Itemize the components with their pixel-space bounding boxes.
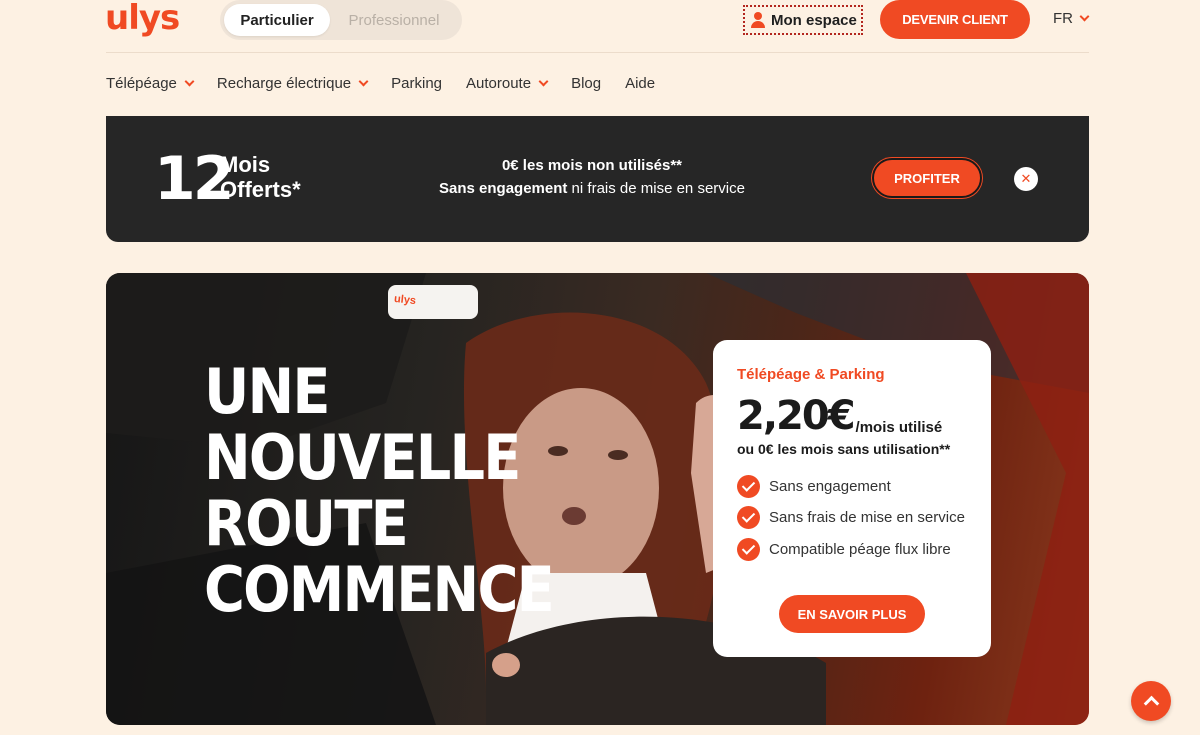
chevron-down-icon	[1079, 11, 1090, 22]
arrow-up-icon	[1143, 695, 1159, 712]
language-label: FR	[1053, 10, 1073, 27]
nav-item-aide[interactable]: Aide	[625, 73, 655, 93]
language-selector[interactable]: FR	[1053, 10, 1090, 27]
hero-title: UNE NOUVELLE ROUTE COMMENCE	[204, 359, 582, 623]
check-icon	[737, 537, 760, 561]
scroll-top-button[interactable]	[1131, 681, 1171, 721]
promo-word-offerts: Offerts*	[220, 177, 301, 202]
learn-more-button[interactable]: EN SAVOIR PLUS	[779, 595, 925, 633]
promo-banner: 12 Mois Offerts* 0€ les mois non utilisé…	[106, 116, 1089, 242]
offer-tag: Télépéage & Parking	[737, 366, 885, 383]
user-icon	[751, 12, 765, 28]
device-label: ulys	[393, 292, 417, 308]
hero-title-line: ROUTE	[204, 487, 409, 560]
nav-item-label: Autoroute	[466, 74, 532, 92]
offer-price-row: 2,20€ /mois utilisé	[737, 393, 991, 439]
nav-item-label: Recharge électrique	[216, 74, 352, 92]
nav-item-blog[interactable]: Blog	[571, 73, 601, 93]
feature-item: Sans frais de mise en service	[737, 506, 991, 530]
feature-item: Sans engagement	[737, 474, 991, 498]
feature-label: Sans frais de mise en service	[769, 509, 965, 526]
header-divider	[106, 52, 1089, 53]
feature-list: Sans engagement Sans frais de mise en se…	[737, 474, 991, 561]
nav-item-recharge[interactable]: Recharge électrique	[216, 73, 369, 93]
hero-title-line: COMMENCE	[204, 553, 555, 626]
promo-subline-rest: ni frais de mise en service	[567, 180, 745, 197]
nav-item-label: Aide	[625, 74, 656, 92]
offer-unit: /mois utilisé	[855, 419, 943, 436]
profiter-button[interactable]: PROFITER	[872, 158, 982, 198]
nav-item-label: Télépéage	[106, 74, 177, 92]
feature-label: Sans engagement	[769, 477, 891, 495]
feature-label: Compatible péage flux libre	[769, 540, 951, 558]
become-client-button[interactable]: DEVENIR CLIENT	[880, 0, 1030, 39]
customer-type-switch: Particulier Professionnel	[220, 0, 462, 40]
segment-particulier[interactable]: Particulier	[224, 4, 330, 36]
nav-item-parking[interactable]: Parking	[391, 73, 442, 93]
promo-headline: 0€ les mois non utilisés**	[501, 157, 683, 174]
ulys-logo[interactable]: ulys	[105, 0, 180, 38]
nav-item-label: Parking	[391, 74, 443, 92]
offer-card: Télépéage & Parking 2,20€ /mois utilisé …	[713, 340, 991, 657]
nav-item-label: Blog	[571, 74, 602, 92]
check-icon	[737, 474, 760, 498]
account-label: Mon espace	[771, 11, 857, 29]
site-header: ulys Particulier Professionnel Mon espac…	[0, 0, 1200, 110]
hero-section: ulys UNE NOUVELLE ROUTE COMMENCE Télépéa…	[106, 273, 1089, 725]
chevron-down-icon	[184, 76, 195, 86]
hero-title-line: UNE	[204, 355, 331, 428]
chevron-down-icon	[538, 76, 549, 86]
offer-price: 2,20€	[737, 393, 856, 439]
nav-item-autoroute[interactable]: Autoroute	[466, 73, 549, 93]
close-icon[interactable]: ✕	[1014, 167, 1038, 191]
feature-item: Compatible péage flux libre	[737, 537, 991, 561]
account-link[interactable]: Mon espace	[743, 5, 863, 35]
main-nav: Télépéage Recharge électrique Parking Au…	[106, 73, 655, 93]
promo-subline-bold: Sans engagement	[439, 180, 568, 197]
promo-word-mois: Mois	[220, 152, 271, 177]
chevron-down-icon	[358, 76, 369, 86]
nav-item-telepeage[interactable]: Télépéage	[106, 73, 195, 93]
hero-title-line: NOUVELLE	[204, 421, 521, 494]
offer-subtext: ou 0€ les mois sans utilisation**	[737, 441, 951, 457]
check-icon	[737, 506, 760, 529]
promo-subline: Sans engagement ni frais de mise en serv…	[356, 180, 828, 197]
segment-professionnel[interactable]: Professionnel	[330, 4, 458, 36]
